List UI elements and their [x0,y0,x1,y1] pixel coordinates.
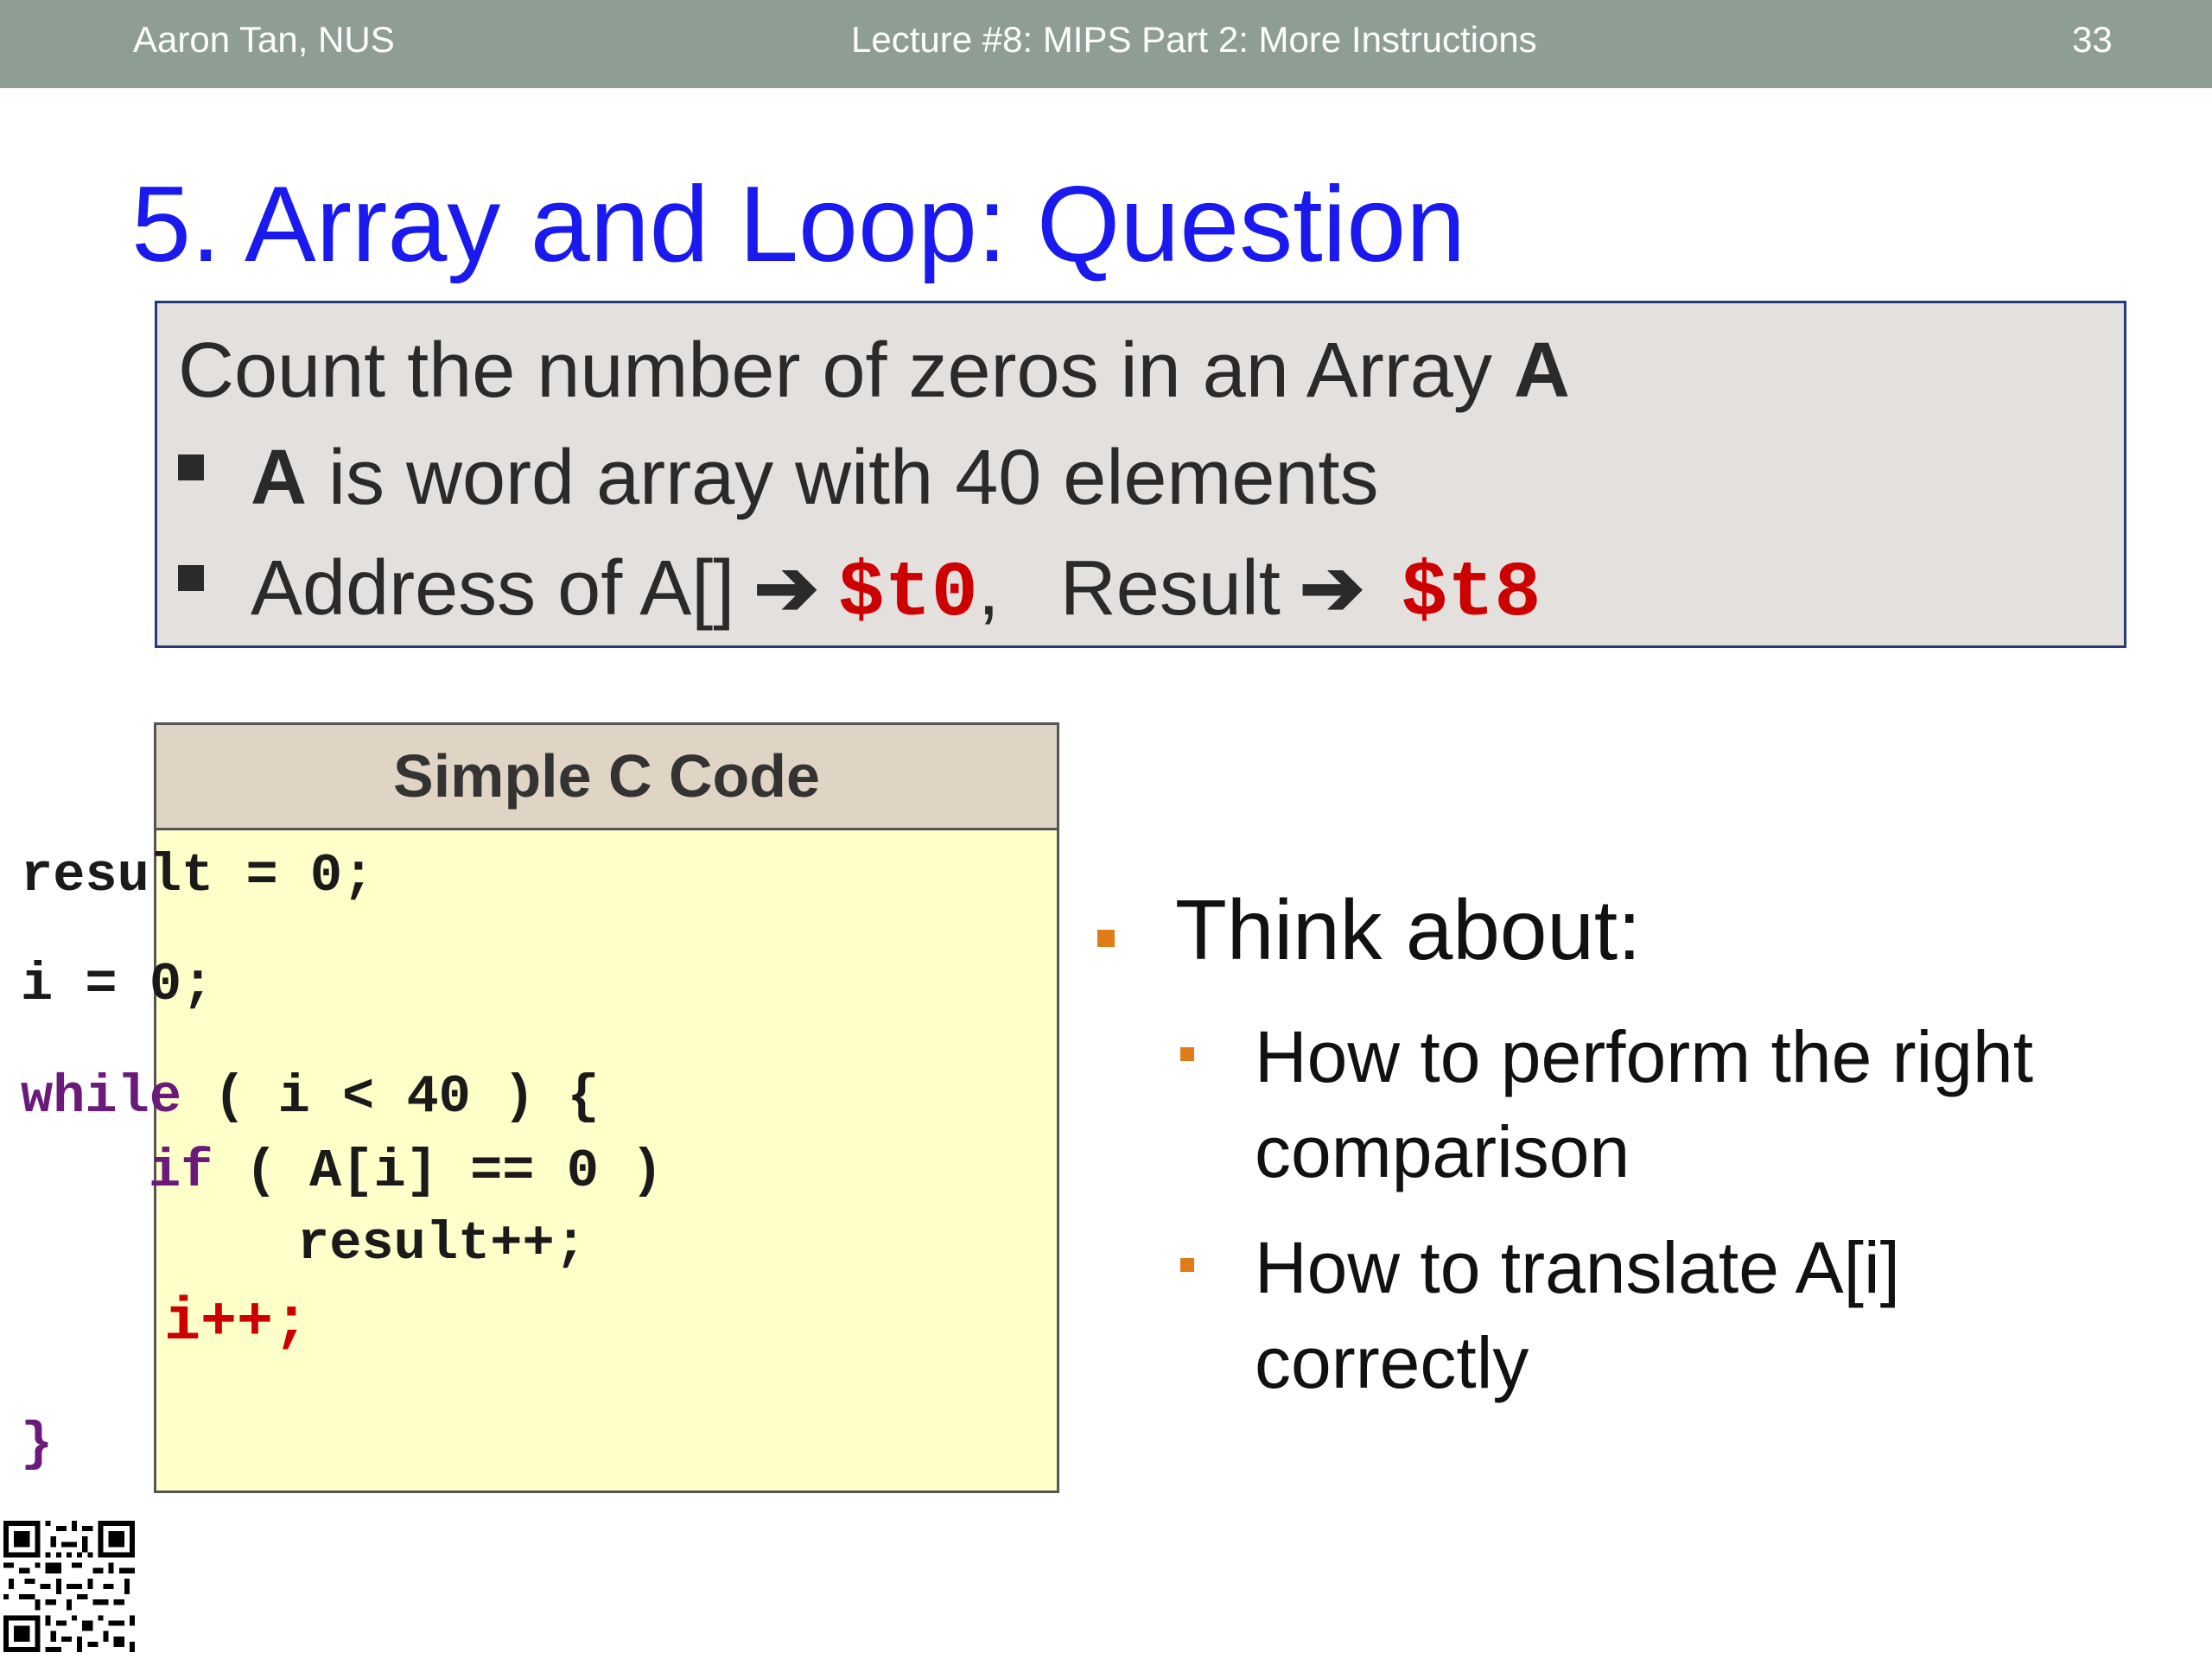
bullet1-text: is word array with 40 elements [307,435,1379,521]
register-t0: $t0 [837,550,978,639]
question-bullet-array-size: A is word array with 40 elements [178,433,1379,523]
right-arrow-icon: ➔ [753,545,819,632]
header-author: Aaron Tan, NUS [133,19,395,60]
think-about-text: Think about: [1175,882,1642,977]
think-item-text: How to perform the right comparison [1255,1016,2034,1192]
keyword-if: if [149,1141,213,1202]
orange-bullet-icon [1180,1258,1194,1272]
code-line-i-init: i = 0; [21,954,214,1015]
code-line-if: if ( A[i] == 0 ) [149,1141,663,1203]
question-box: Count the number of zeros in an Array A … [155,301,2126,648]
header-page-number: 33 [2072,19,2113,60]
if-condition: ( A[i] == 0 ) [213,1141,664,1202]
orange-bullet-icon [1180,1047,1194,1061]
bullet1-array-name: A [251,435,307,521]
header-lecture-title: Lecture #8: MIPS Part 2: More Instructio… [851,19,1537,60]
bullet2-address-text: Address of A[] [251,545,735,632]
right-arrow-icon: ➔ [1299,545,1365,632]
think-item-text: How to translate A[i] correctly [1255,1227,1901,1403]
keyword-while: while [21,1066,182,1128]
slide-title: 5. Array and Loop: Question [131,165,1466,284]
code-line-closing-brace: } [21,1414,54,1475]
code-line-result-increment: result++; [297,1213,587,1274]
code-line-result-init: result = 0; [21,845,375,906]
code-box-header: Simple C Code [156,725,1057,830]
orange-bullet-icon [1097,930,1115,947]
qr-code-icon [3,1521,135,1652]
question-bullet-registers: Address of A[] ➔ $t0, Result ➔ $t8 [178,543,1541,639]
while-condition: ( i < 40 ) { [181,1066,600,1128]
square-bullet-icon [178,454,204,481]
question-heading-text: Count the number of zeros in an Array [178,327,1514,414]
bullet2-comma: , [977,545,1000,632]
code-line-while: while ( i < 40 ) { [21,1066,600,1128]
question-heading-array: A [1513,327,1570,414]
register-t8: $t8 [1401,550,1541,639]
code-line-i-increment: i++; [164,1289,310,1357]
bullet2-result-text: Result [1059,545,1281,632]
header-bar: Aaron Tan, NUS Lecture #8: MIPS Part 2: … [0,0,2212,88]
square-bullet-icon [178,565,204,592]
question-heading: Count the number of zeros in an Array A [178,326,1570,416]
